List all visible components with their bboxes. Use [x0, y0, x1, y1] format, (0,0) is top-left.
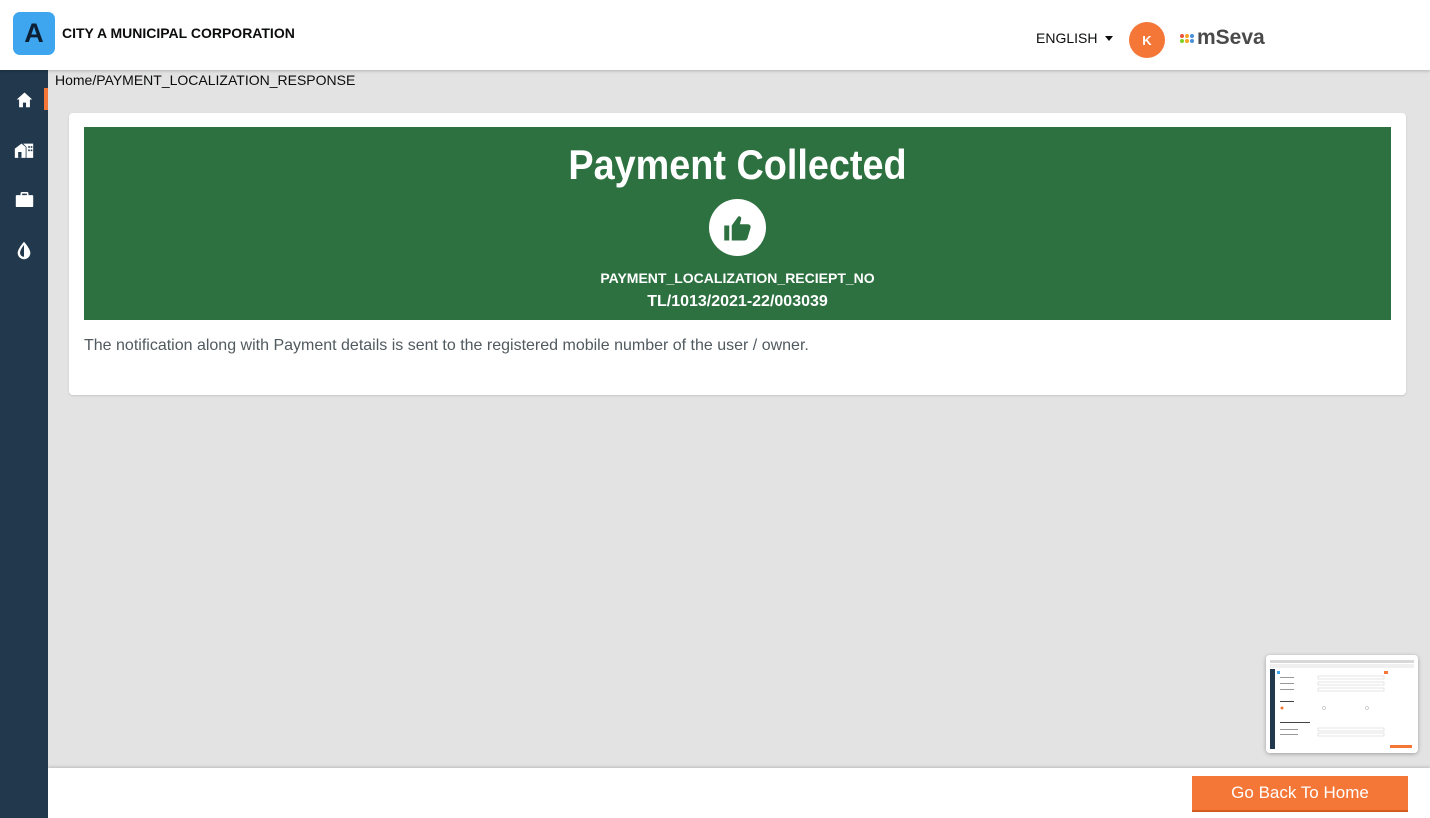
mseva-logo: mSeva — [1180, 26, 1265, 50]
thumbs-up-badge — [709, 199, 766, 256]
breadcrumb-current: PAYMENT_LOCALIZATION_RESPONSE — [96, 72, 356, 88]
sidebar-item-water[interactable] — [0, 235, 48, 265]
receipt-number: TL/1013/2021-22/003039 — [647, 293, 828, 310]
briefcase-icon — [15, 191, 33, 207]
success-banner: Payment Collected PAYMENT_LOCALIZATION_R… — [84, 127, 1391, 320]
language-label: ENGLISH — [1036, 30, 1098, 46]
caret-down-icon — [1105, 35, 1114, 41]
brand-dots-icon — [1180, 33, 1194, 43]
breadcrumb: Home/PAYMENT_LOCALIZATION_RESPONSE — [55, 72, 355, 88]
thumbs-up-icon — [723, 215, 751, 240]
brand-name: mSeva — [1197, 26, 1265, 49]
screen-preview-thumbnail[interactable] — [1266, 655, 1418, 753]
top-header: A CITY A MUNICIPAL CORPORATION ENGLISH K… — [0, 0, 1430, 70]
response-card: Payment Collected PAYMENT_LOCALIZATION_R… — [69, 113, 1406, 395]
banner-title: Payment Collected — [568, 141, 907, 188]
property-icon — [14, 143, 34, 158]
user-avatar[interactable]: K — [1129, 22, 1165, 58]
receipt-label: PAYMENT_LOCALIZATION_RECIEPT_NO — [600, 270, 875, 286]
sidebar-item-home[interactable] — [0, 84, 48, 114]
sidebar-item-trade-license[interactable] — [0, 184, 48, 214]
sidebar-active-indicator — [44, 88, 48, 110]
city-name: CITY A MUNICIPAL CORPORATION — [62, 25, 295, 41]
language-selector[interactable]: ENGLISH — [1036, 30, 1114, 46]
water-drop-icon — [17, 241, 31, 259]
go-back-home-button[interactable]: Go Back To Home — [1192, 776, 1408, 812]
city-logo: A — [13, 12, 55, 55]
notification-message: The notification along with Payment deta… — [84, 337, 809, 354]
sidebar-item-property[interactable] — [0, 134, 48, 164]
breadcrumb-home-link[interactable]: Home — [55, 72, 92, 88]
action-bar: Go Back To Home — [48, 768, 1430, 818]
sidebar — [0, 70, 48, 818]
home-icon — [16, 92, 32, 107]
preview-image — [1266, 655, 1418, 753]
